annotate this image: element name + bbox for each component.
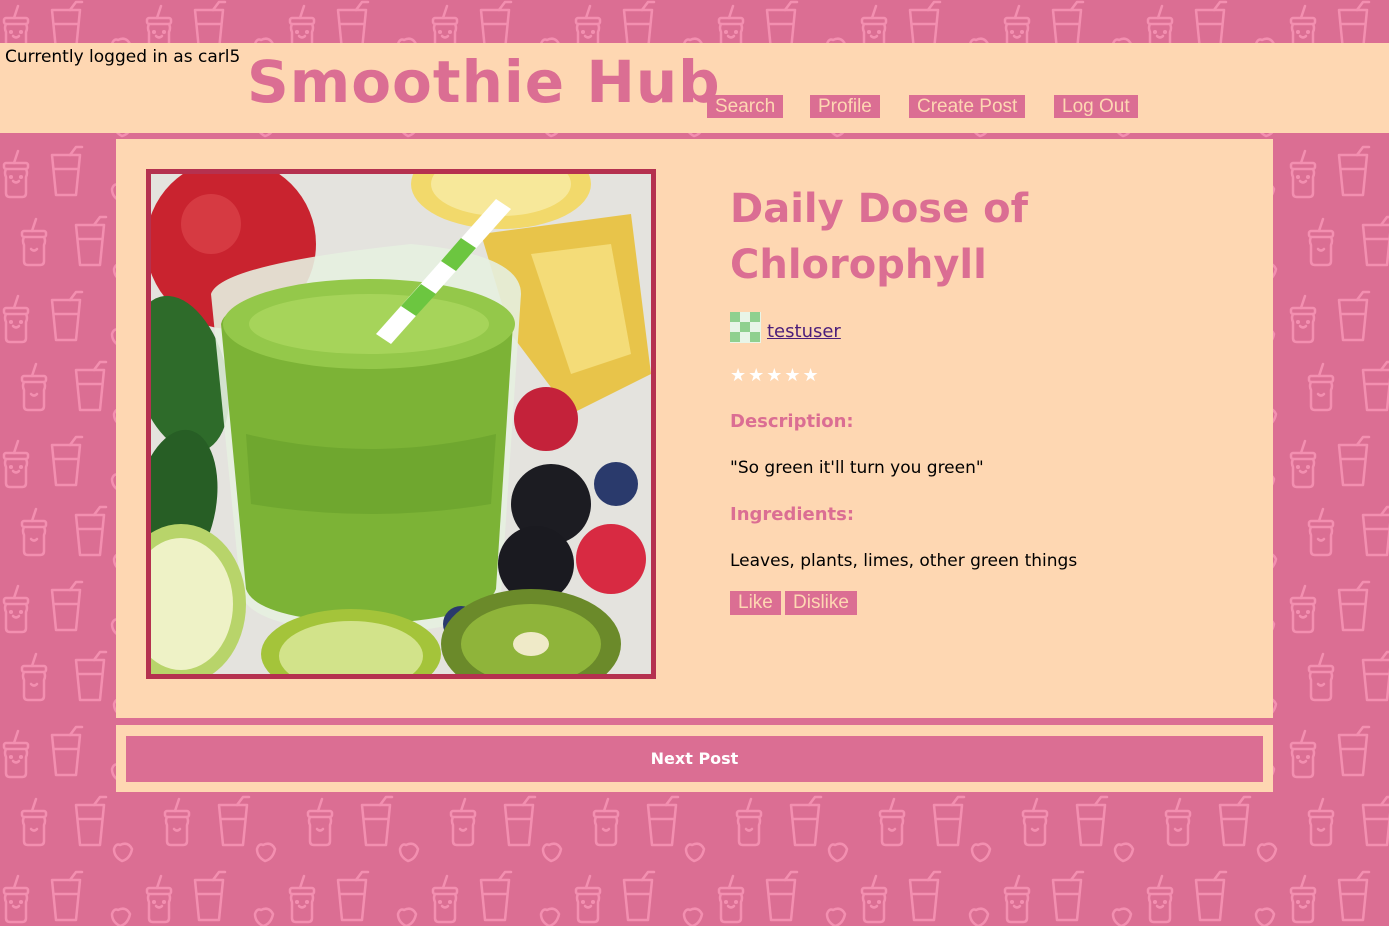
logged-in-status: Currently logged in as carl5	[5, 47, 241, 67]
author-link[interactable]: testuser	[767, 321, 841, 343]
ingredients-label: Ingredients:	[730, 504, 855, 525]
description-text: "So green it'll turn you green"	[730, 458, 984, 478]
post-card: Daily Dose of Chlorophyll testuser ★★★★★…	[116, 139, 1273, 718]
next-post-container: Next Post	[116, 725, 1273, 792]
dislike-button[interactable]: Dislike	[785, 591, 857, 615]
post-image	[146, 169, 656, 679]
green-smoothie-photo-icon	[151, 174, 651, 674]
description-label: Description:	[730, 411, 854, 432]
post-author: testuser	[730, 309, 841, 343]
post-title: Daily Dose of Chlorophyll	[730, 186, 1029, 288]
like-button[interactable]: Like	[730, 591, 781, 615]
nav-search-button[interactable]: Search	[707, 95, 784, 118]
nav-log-out-button[interactable]: Log Out	[1054, 95, 1138, 118]
author-avatar	[730, 312, 761, 343]
nav-create-post-button[interactable]: Create Post	[909, 95, 1026, 118]
header-bar: Currently logged in as carl5 Smoothie Hu…	[0, 43, 1389, 133]
site-title[interactable]: Smoothie Hub	[247, 53, 721, 111]
next-post-button[interactable]: Next Post	[126, 736, 1263, 782]
nav-profile-button[interactable]: Profile	[810, 95, 880, 118]
rating-stars-icon[interactable]: ★★★★★	[730, 365, 821, 387]
ingredients-text: Leaves, plants, limes, other green thing…	[730, 551, 1078, 571]
